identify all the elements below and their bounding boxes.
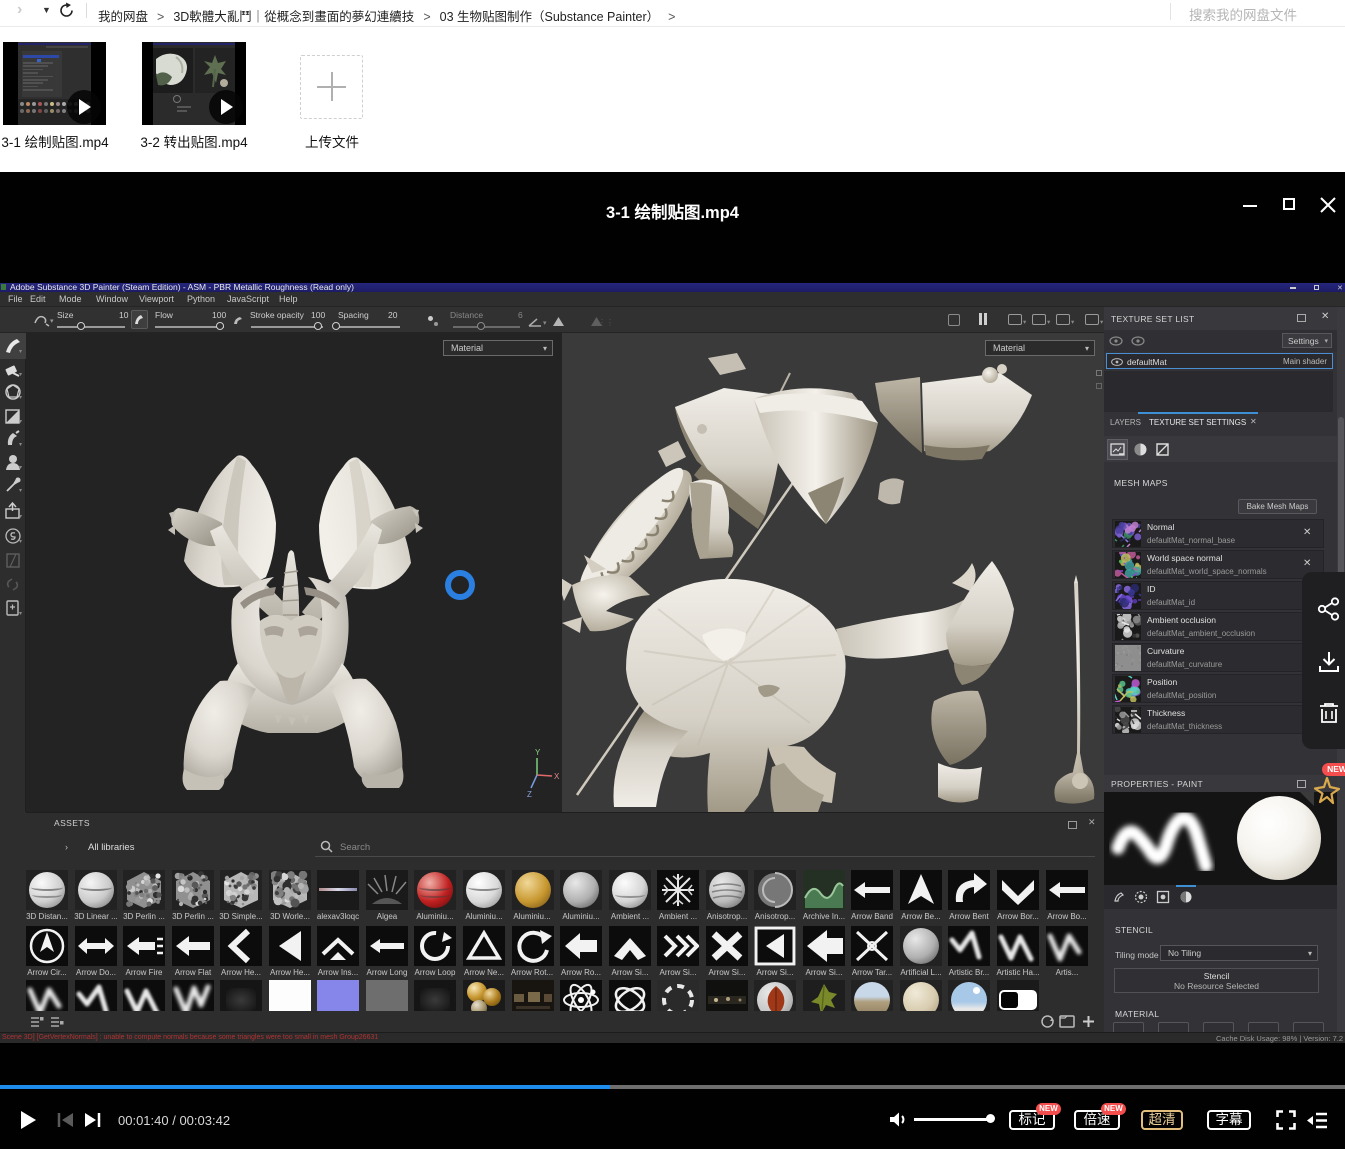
svg-text:Y: Y — [535, 748, 541, 757]
svg-text:X: X — [554, 772, 560, 781]
svg-text:Z: Z — [527, 790, 532, 799]
